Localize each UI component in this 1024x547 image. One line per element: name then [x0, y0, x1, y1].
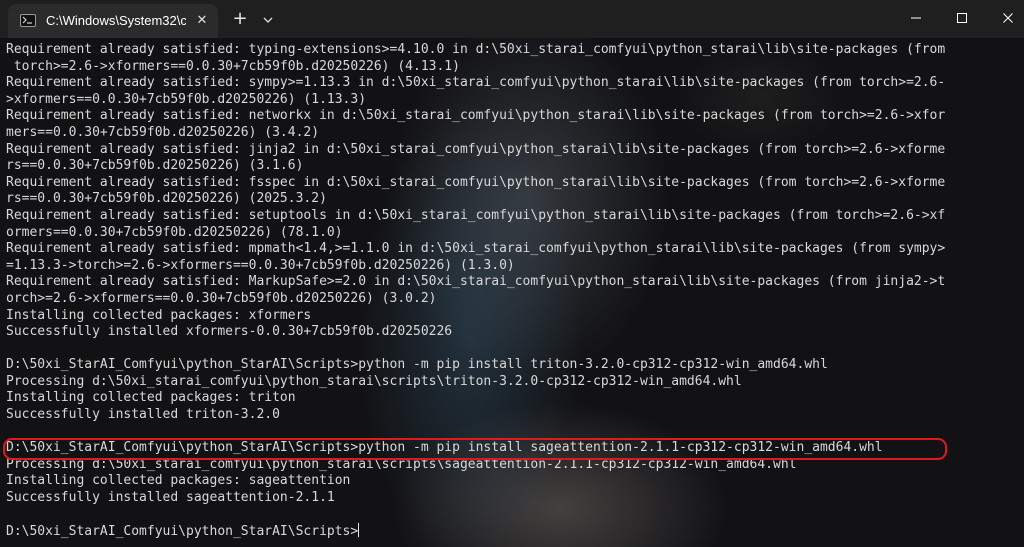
terminal-line: orch>=2.6->xformers==0.0.30+7cb59f0b.d20…	[6, 290, 437, 306]
minimize-icon	[911, 17, 921, 19]
terminal-line: Processing d:\50xi_starai_comfyui\python…	[6, 373, 742, 389]
terminal-line: Requirement already satisfied: typing-ex…	[6, 42, 946, 57]
highlight-annotation	[3, 438, 947, 460]
terminal-line: Requirement already satisfied: MarkupSaf…	[6, 274, 946, 290]
terminal-line: Requirement already satisfied: networkx …	[6, 108, 946, 124]
tab-cmd[interactable]: C:\Windows\System32\cmd.ex ✕	[8, 4, 218, 38]
terminal-line: Installing collected packages: sageatten…	[6, 473, 351, 489]
prompt-line[interactable]: D:\50xi_StarAI_Comfyui\python_StarAI\Scr…	[6, 523, 1018, 540]
terminal-icon	[20, 14, 36, 27]
terminal-line: Requirement already satisfied: jinja2 in…	[6, 141, 946, 157]
close-icon	[1003, 13, 1013, 23]
prompt-text: D:\50xi_StarAI_Comfyui\python_StarAI\Scr…	[6, 524, 359, 540]
terminal-line: mers==0.0.30+7cb59f0b.d20250226) (3.4.2)	[6, 124, 320, 140]
terminal-line: rs==0.0.30+7cb59f0b.d20250226) (3.1.6)	[6, 158, 304, 174]
terminal-line: ormers==0.0.30+7cb59f0b.d20250226) (78.1…	[6, 224, 343, 240]
maximize-icon	[957, 13, 967, 23]
terminal-line: Requirement already satisfied: sympy>=1.…	[6, 75, 946, 91]
terminal-line: Successfully installed sageattention-2.1…	[6, 490, 335, 506]
terminal-line: =1.13.3->torch>=2.6->xformers==0.0.30+7c…	[6, 257, 515, 273]
terminal-line: Successfully installed triton-3.2.0	[6, 407, 280, 423]
title-bar: C:\Windows\System32\cmd.ex ✕ +	[0, 0, 1024, 38]
terminal-line: Successfully installed xformers-0.0.30+7…	[6, 324, 453, 340]
maximize-button[interactable]	[939, 0, 985, 34]
terminal-output-area[interactable]: Requirement already satisfied: typing-ex…	[0, 38, 1024, 547]
terminal-line: Requirement already satisfied: setuptool…	[6, 207, 946, 223]
terminal-window: C:\Windows\System32\cmd.ex ✕ + Requireme…	[0, 0, 1024, 547]
tab-title: C:\Windows\System32\cmd.ex	[46, 13, 186, 28]
text-cursor	[358, 523, 360, 538]
terminal-line: Requirement already satisfied: mpmath<1.…	[6, 241, 946, 257]
plus-icon[interactable]: +	[229, 9, 251, 31]
terminal-line: >xformers==0.0.30+7cb59f0b.d20250226) (1…	[6, 91, 367, 107]
terminal-line: Requirement already satisfied: fsspec in…	[6, 174, 946, 190]
chevron-down-icon[interactable]	[258, 10, 278, 30]
terminal-line: rs==0.0.30+7cb59f0b.d20250226) (2025.3.2…	[6, 191, 327, 207]
close-icon[interactable]: ✕	[193, 12, 211, 30]
close-window-button[interactable]	[985, 0, 1024, 34]
terminal-output: Requirement already satisfied: typing-ex…	[6, 42, 1018, 540]
terminal-line: torch>=2.6->xformers==0.0.30+7cb59f0b.d2…	[6, 58, 460, 74]
terminal-line: D:\50xi_StarAI_Comfyui\python_StarAI\Scr…	[6, 357, 828, 373]
terminal-line: Installing collected packages: xformers	[6, 307, 312, 323]
terminal-line: Installing collected packages: triton	[6, 390, 296, 406]
minimize-button[interactable]	[893, 0, 939, 34]
